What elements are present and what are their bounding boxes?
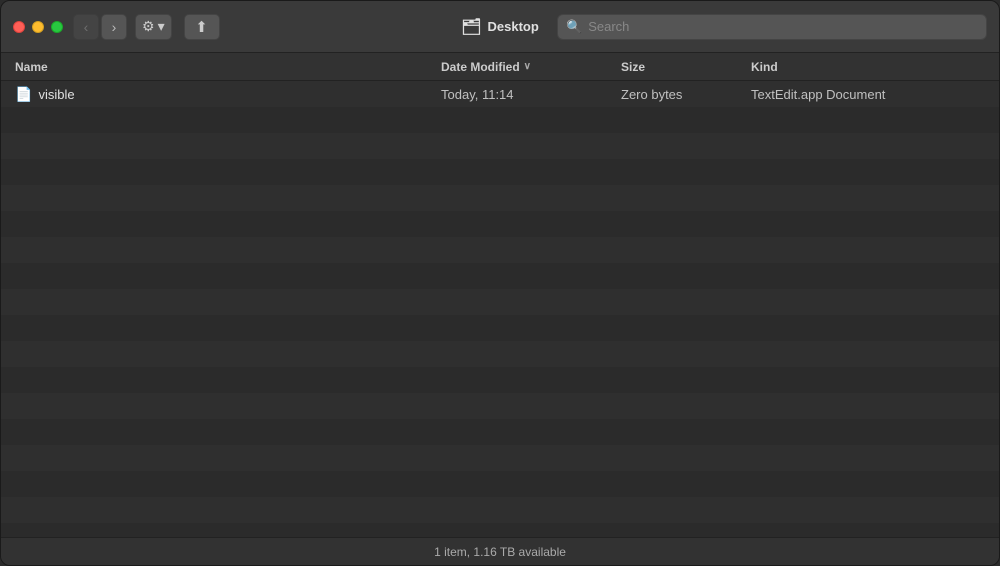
- close-button[interactable]: [13, 21, 25, 33]
- col-header-kind[interactable]: Kind: [751, 60, 989, 74]
- empty-row: [1, 497, 999, 523]
- gear-arrow-icon: ▾: [158, 18, 165, 35]
- empty-row: [1, 367, 999, 393]
- back-icon: ‹: [84, 19, 89, 35]
- window-title-text: Desktop: [488, 19, 539, 34]
- search-input[interactable]: [588, 19, 978, 34]
- empty-row: [1, 159, 999, 185]
- gear-icon: ⚙: [142, 18, 155, 35]
- file-icon: 📄: [15, 86, 32, 103]
- search-icon: 🔍: [566, 19, 582, 35]
- empty-rows: [1, 107, 999, 537]
- empty-row: [1, 133, 999, 159]
- titlebar: ‹ › ⚙ ▾ ⬆ 🗂 Desktop 🔍: [1, 1, 999, 53]
- empty-row: [1, 107, 999, 133]
- minimize-button[interactable]: [32, 21, 44, 33]
- col-header-name[interactable]: Name: [11, 60, 441, 74]
- action-buttons: ⚙ ▾: [135, 14, 172, 40]
- gear-button[interactable]: ⚙ ▾: [135, 14, 172, 40]
- empty-row: [1, 393, 999, 419]
- file-list: 📄 visible Today, 11:14 Zero bytes TextEd…: [1, 81, 999, 537]
- file-name: visible: [38, 87, 74, 102]
- col-header-date[interactable]: Date Modified ∨: [441, 60, 621, 74]
- empty-row: [1, 315, 999, 341]
- finder-window: ‹ › ⚙ ▾ ⬆ 🗂 Desktop 🔍: [0, 0, 1000, 566]
- sort-arrow-icon: ∨: [524, 61, 531, 72]
- column-headers: Name Date Modified ∨ Size Kind: [1, 53, 999, 81]
- nav-buttons: ‹ ›: [73, 14, 127, 40]
- traffic-lights: [13, 21, 63, 33]
- table-row[interactable]: 📄 visible Today, 11:14 Zero bytes TextEd…: [1, 81, 999, 107]
- empty-row: [1, 341, 999, 367]
- empty-row: [1, 471, 999, 497]
- file-size-cell: Zero bytes: [621, 87, 751, 102]
- file-name-cell: 📄 visible: [11, 86, 441, 103]
- statusbar-text: 1 item, 1.16 TB available: [434, 545, 566, 559]
- empty-row: [1, 523, 999, 537]
- empty-row: [1, 419, 999, 445]
- file-kind-cell: TextEdit.app Document: [751, 87, 989, 102]
- folder-icon: 🗂: [461, 17, 481, 37]
- search-input-wrapper: 🔍: [557, 14, 987, 40]
- forward-button[interactable]: ›: [101, 14, 127, 40]
- empty-row: [1, 211, 999, 237]
- statusbar: 1 item, 1.16 TB available: [1, 537, 999, 565]
- forward-icon: ›: [112, 19, 117, 35]
- maximize-button[interactable]: [51, 21, 63, 33]
- share-button[interactable]: ⬆: [184, 14, 220, 40]
- window-title: 🗂 Desktop: [461, 17, 539, 37]
- search-bar: 🔍: [557, 14, 987, 40]
- back-button[interactable]: ‹: [73, 14, 99, 40]
- empty-row: [1, 185, 999, 211]
- file-date-cell: Today, 11:14: [441, 87, 621, 102]
- empty-row: [1, 263, 999, 289]
- col-header-size[interactable]: Size: [621, 60, 751, 74]
- empty-row: [1, 289, 999, 315]
- empty-row: [1, 237, 999, 263]
- empty-row: [1, 445, 999, 471]
- share-icon: ⬆: [195, 18, 208, 36]
